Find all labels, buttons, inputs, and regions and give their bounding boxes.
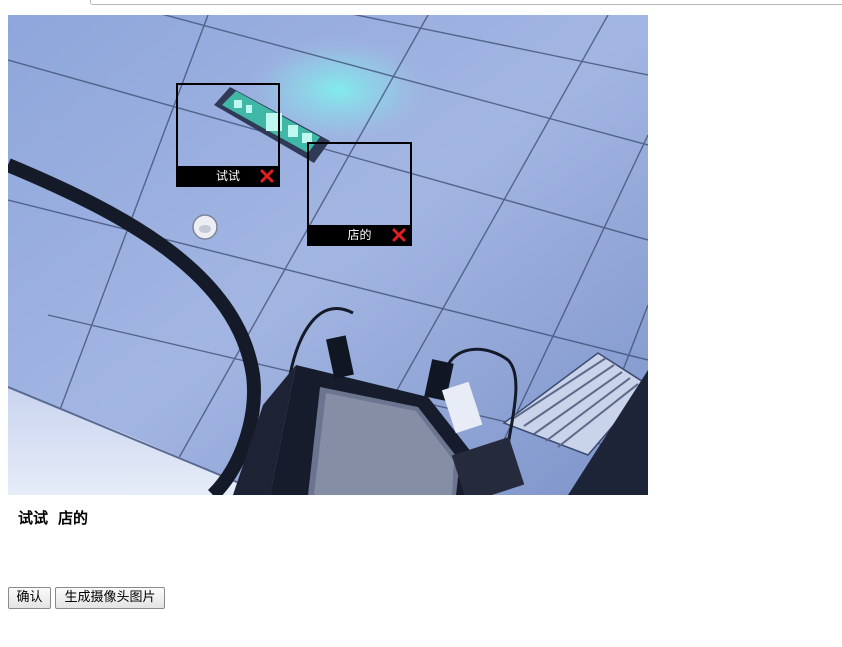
webcam-feed-image	[8, 15, 648, 495]
tag-label: 店的	[347, 228, 372, 242]
tag-label-bar: 店的	[307, 225, 412, 246]
webcam-feed[interactable]: 试试 店的	[8, 15, 648, 495]
tag-box[interactable]: 试试	[176, 83, 280, 187]
generate-camera-image-button[interactable]: 生成摄像头图片	[55, 587, 165, 609]
smoke-detector	[192, 214, 218, 240]
tag-box[interactable]: 店的	[307, 142, 412, 246]
tag-name: 店的	[58, 509, 89, 527]
browser-top-edge	[0, 0, 842, 6]
tag-name-list: 试试 店的	[18, 507, 98, 528]
tag-label: 试试	[215, 169, 240, 183]
tag-name: 试试	[18, 509, 49, 527]
close-icon[interactable]	[392, 228, 406, 242]
browser-frame-edge	[90, 0, 842, 5]
confirm-button[interactable]: 确认	[8, 587, 51, 609]
tag-label-bar: 试试	[176, 166, 280, 187]
close-icon[interactable]	[260, 169, 274, 183]
